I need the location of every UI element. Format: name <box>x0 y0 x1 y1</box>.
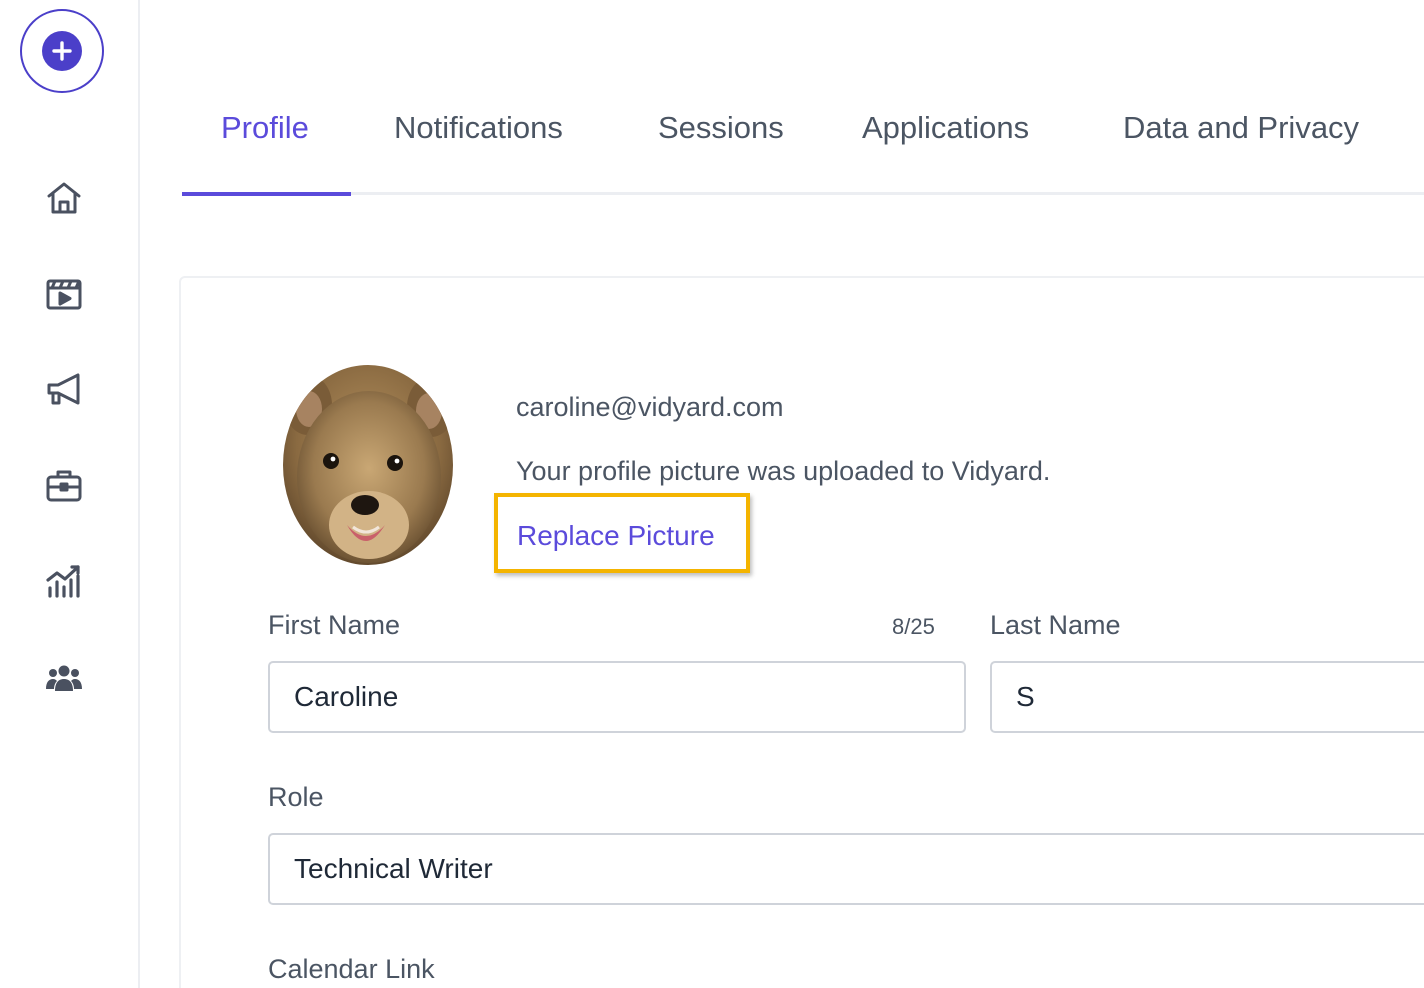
role-label: Role <box>268 782 324 812</box>
last-name-label: Last Name <box>990 610 1121 640</box>
tab-notifications[interactable]: Notifications <box>394 110 563 146</box>
create-button[interactable] <box>20 9 104 93</box>
sidebar <box>0 0 140 988</box>
tab-profile[interactable]: Profile <box>221 110 309 146</box>
first-name-input[interactable] <box>268 661 966 733</box>
role-input[interactable] <box>268 833 1424 905</box>
video-library-icon[interactable] <box>42 272 86 316</box>
tab-applications[interactable]: Applications <box>862 110 1029 146</box>
upload-status-message: Your profile picture was uploaded to Vid… <box>516 456 1051 486</box>
calendar-link-label: Calendar Link <box>268 954 435 984</box>
analytics-icon[interactable] <box>42 560 86 604</box>
home-icon[interactable] <box>42 176 86 220</box>
tabs-divider <box>182 192 1424 195</box>
megaphone-icon[interactable] <box>42 368 86 412</box>
replace-picture-link[interactable]: Replace Picture <box>517 520 715 552</box>
first-name-label: First Name <box>268 610 401 640</box>
team-icon[interactable] <box>42 656 86 700</box>
profile-settings-page: Profile Notifications Sessions Applicati… <box>0 0 1424 988</box>
briefcase-icon[interactable] <box>42 464 86 508</box>
account-email: caroline@vidyard.com <box>516 392 784 422</box>
plus-icon <box>42 31 82 71</box>
active-tab-indicator <box>182 192 351 196</box>
tab-data-and-privacy[interactable]: Data and Privacy <box>1123 110 1359 146</box>
first-name-character-counter: 8/25 <box>892 614 935 639</box>
avatar <box>283 365 453 565</box>
last-name-input[interactable] <box>990 661 1424 733</box>
tab-sessions[interactable]: Sessions <box>658 110 784 146</box>
